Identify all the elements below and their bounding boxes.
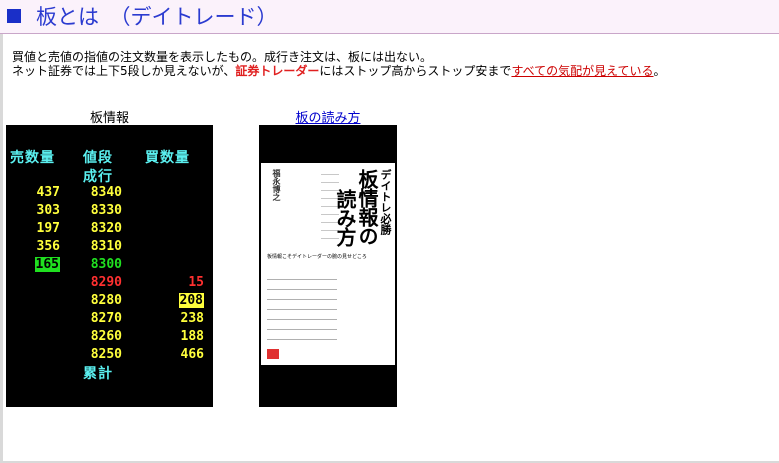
description-line-2: ネット証券では上下5段しか見えないが、証券トレーダーにはストップ高からストップ安… [12, 64, 666, 78]
sell-qty-cell: 437 [36, 185, 60, 200]
all-quotes-link[interactable]: すべての気配が見えている [511, 64, 653, 78]
sell-qty-cell: 303 [36, 203, 60, 218]
price-cell: 8270 [90, 311, 122, 326]
cover-main-title-2: 読み方 [333, 189, 357, 246]
sell-qty-highlight: 165 [34, 257, 60, 272]
book-link[interactable]: 板の読み方 [259, 107, 397, 126]
description: 買値と売値の指値の注文数量を表示したもの。成行き注文は、板には出ない。 ネット証… [12, 50, 666, 78]
total-label: 累計 [83, 366, 113, 382]
book-cover: 福永博之 デイトレ必勝 板情報の 読み方 板情報こそデイトレーダーの腕の見せどこ… [261, 163, 395, 365]
book-cover-image[interactable]: 福永博之 デイトレ必勝 板情報の 読み方 板情報こそデイトレーダーの腕の見せどこ… [259, 125, 397, 407]
cover-subtitle: 板情報こそデイトレーダーの腕の見せどころ [267, 254, 367, 260]
buy-qty-cell: 238 [180, 311, 204, 326]
price-cell: 8250 [90, 347, 122, 362]
sell-qty-header: 売数量 [10, 150, 55, 166]
sell-qty-cell: 197 [36, 221, 60, 236]
buy-qty-cell: 15 [188, 275, 204, 290]
buy-qty-header: 買数量 [145, 150, 190, 166]
price-header: 値段 [83, 150, 113, 166]
cover-title: デイトレ必勝 板情報の 読み方 [331, 167, 392, 263]
buy-qty-cell: 466 [180, 347, 204, 362]
publisher-logo [267, 349, 279, 359]
market-order-label: 成行 [83, 169, 113, 185]
square-bullet-icon [7, 9, 21, 23]
sell-qty-cell-highlighted: 165 [20, 256, 60, 273]
price-cell: 8280 [90, 293, 122, 308]
description-text: ネット証券では上下5段しか見えないが、 [12, 64, 236, 78]
frame-border [0, 34, 3, 463]
title-bar: 板とは （デイトレード） [0, 0, 779, 34]
order-board: 売数量 値段 買数量 成行 437 8340 303 8330 197 8320… [6, 125, 213, 407]
cover-author: 福永博之 [272, 169, 281, 201]
price-cell: 8320 [90, 221, 122, 236]
price-cell: 8330 [90, 203, 122, 218]
description-text: 。 [653, 64, 666, 78]
buy-qty-highlight: 208 [178, 293, 204, 308]
buy-qty-cell: 188 [180, 329, 204, 344]
buy-qty-cell-highlighted: 208 [159, 292, 204, 309]
description-line-1: 買値と売値の指値の注文数量を表示したもの。成行き注文は、板には出ない。 [12, 50, 433, 64]
description-text: にはストップ高からストップ安まで [319, 64, 512, 78]
highlight-text: 証券トレーダー [235, 64, 320, 78]
price-cell: 8290 [90, 275, 122, 290]
price-cell: 8260 [90, 329, 122, 344]
price-cell: 8310 [90, 239, 122, 254]
price-cell: 8300 [90, 257, 122, 272]
page-title: 板とは （デイトレード） [36, 5, 278, 29]
board-label: 板情報 [89, 111, 129, 126]
sell-qty-cell: 356 [36, 239, 60, 254]
cover-contents-list [267, 273, 337, 343]
price-cell: 8340 [90, 185, 122, 200]
